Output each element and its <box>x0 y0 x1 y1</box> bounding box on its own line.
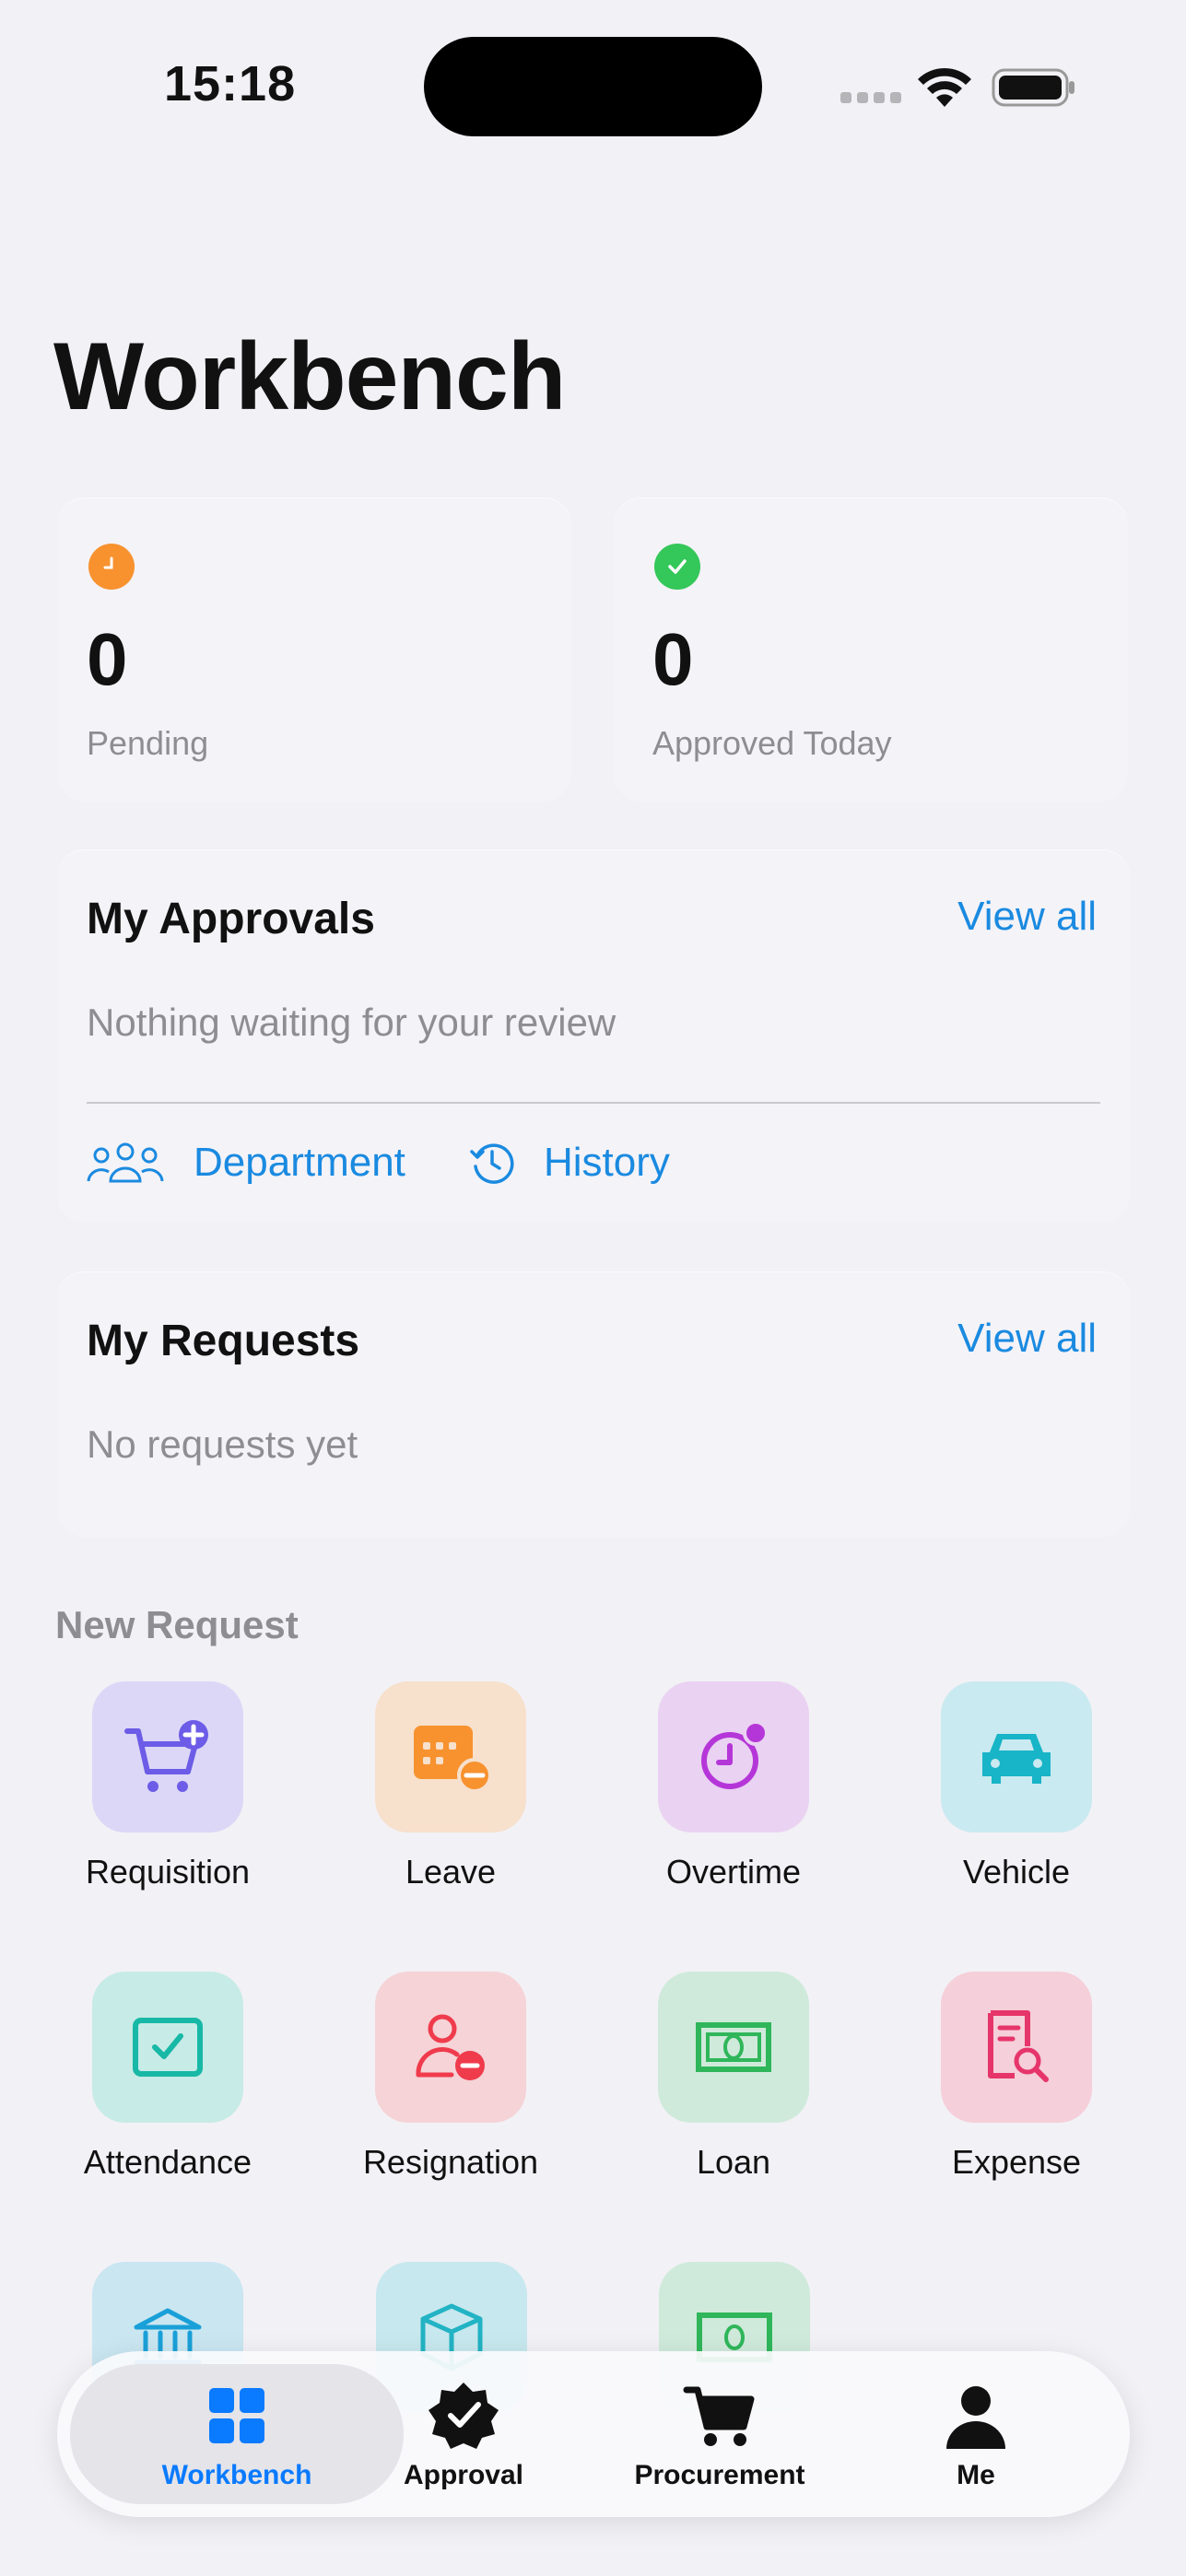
history-button[interactable]: History <box>468 1135 670 1190</box>
loan-tile[interactable]: Loan <box>614 1972 853 2182</box>
pending-label: Pending <box>87 724 209 762</box>
requests-view-all-link[interactable]: View all <box>957 1316 1097 1362</box>
cart-icon <box>683 2386 755 2446</box>
new-request-heading: New Request <box>55 1603 299 1646</box>
history-icon <box>470 1143 514 1184</box>
receipt-search-icon <box>941 1972 1092 2123</box>
clock-icon <box>88 544 135 590</box>
my-approvals-title: My Approvals <box>87 895 375 943</box>
banknote-icon <box>658 1972 809 2123</box>
approvals-view-all-link[interactable]: View all <box>957 894 1097 940</box>
person-icon <box>946 2386 1005 2449</box>
my-approvals-card: My Approvals View all Nothing waiting fo… <box>57 849 1130 1223</box>
status-time: 15:18 <box>164 56 297 111</box>
attendance-tile[interactable]: Attendance <box>48 1972 288 2182</box>
tab-me[interactable]: Me <box>851 2351 1100 2517</box>
tab-workbench[interactable]: Workbench <box>112 2351 361 2517</box>
cart-plus-icon <box>92 1681 243 1832</box>
resignation-label: Resignation <box>362 2143 539 2181</box>
requisition-label: Requisition <box>85 1853 251 1891</box>
vehicle-label: Vehicle <box>962 1853 1071 1891</box>
department-button[interactable]: Department <box>87 1135 405 1190</box>
pending-stat-card[interactable]: 0 Pending <box>57 498 571 802</box>
requests-empty-message: No requests yet <box>87 1423 358 1466</box>
vehicle-tile[interactable]: Vehicle <box>897 1681 1136 1891</box>
overtime-tile[interactable]: Overtime <box>614 1681 853 1891</box>
overtime-label: Overtime <box>665 1853 802 1891</box>
tab-me-label: Me <box>957 2460 995 2490</box>
leave-label: Leave <box>405 1853 497 1891</box>
my-requests-title: My Requests <box>87 1317 360 1365</box>
tab-workbench-label: Workbench <box>161 2460 312 2490</box>
tab-procurement-label: Procurement <box>634 2460 805 2490</box>
seal-check-icon <box>429 2383 499 2449</box>
grid-icon <box>209 2388 264 2443</box>
wifi-icon <box>918 67 971 107</box>
tab-procurement[interactable]: Procurement <box>595 2351 844 2517</box>
my-requests-card: My Requests View all No requests yet <box>57 1271 1130 1537</box>
expense-label: Expense <box>951 2143 1082 2181</box>
page-title: Workbench <box>53 323 566 430</box>
people-icon <box>87 1142 164 1183</box>
calendar-minus-icon <box>375 1681 526 1832</box>
approved-today-stat-card[interactable]: 0 Approved Today <box>614 498 1128 802</box>
approved-today-label: Approved Today <box>652 724 892 762</box>
checkmark-circle-icon <box>654 544 700 590</box>
clock-badge-icon <box>658 1681 809 1832</box>
requisition-tile[interactable]: Requisition <box>48 1681 288 1891</box>
pending-count: 0 <box>87 618 128 700</box>
tab-approval[interactable]: Approval <box>339 2351 588 2517</box>
expense-tile[interactable]: Expense <box>897 1972 1136 2182</box>
divider <box>87 1102 1100 1104</box>
history-label: History <box>544 1140 670 1185</box>
car-icon <box>941 1681 1092 1832</box>
dynamic-island <box>424 37 762 136</box>
department-label: Department <box>194 1140 405 1185</box>
approvals-empty-message: Nothing waiting for your review <box>87 1001 616 1044</box>
battery-icon <box>992 68 1074 107</box>
attendance-label: Attendance <box>83 2143 252 2181</box>
checkbox-icon <box>92 1972 243 2123</box>
person-minus-icon <box>375 1972 526 2123</box>
cellular-signal-icon <box>840 92 901 105</box>
tab-approval-label: Approval <box>403 2460 524 2490</box>
leave-tile[interactable]: Leave <box>331 1681 570 1891</box>
loan-label: Loan <box>696 2143 771 2181</box>
approved-today-count: 0 <box>652 618 694 700</box>
resignation-tile[interactable]: Resignation <box>331 1972 570 2182</box>
tab-bar: Workbench Approval Procurement Me <box>57 2351 1130 2517</box>
